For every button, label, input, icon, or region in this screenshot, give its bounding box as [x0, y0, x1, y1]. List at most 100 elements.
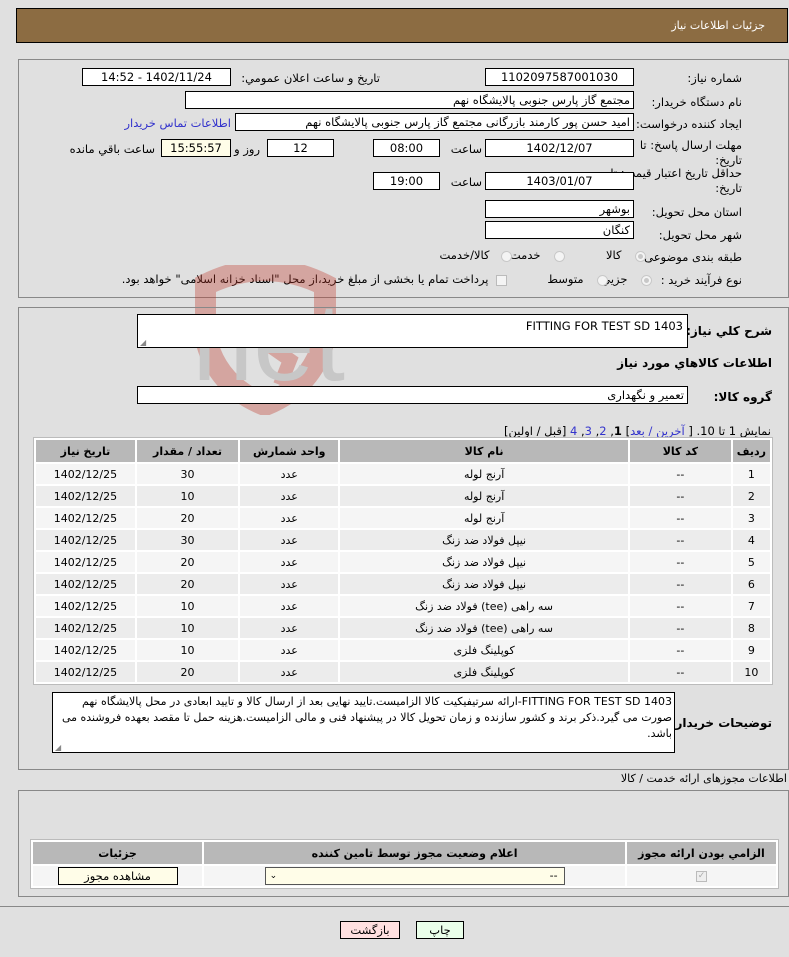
quantity-cell: 30 [136, 464, 239, 484]
unit-cell: عدد [240, 508, 339, 528]
province-field: بوشهر [485, 200, 634, 218]
category-radio-goods[interactable]: کالا [606, 248, 646, 262]
category-label: طبقه بندی موضوعی: [640, 250, 742, 264]
reply-time-field: 08:00 [373, 139, 440, 157]
resize-handle-icon[interactable]: ◢ [55, 743, 61, 752]
quantity-cell: 10 [136, 640, 239, 660]
permit-required-cell: ✓ [627, 866, 776, 886]
resize-handle-icon[interactable]: ◢ [140, 338, 146, 347]
buyer-org-field: مجتمع گاز پارس جنوبی پالایشگاه نهم [185, 91, 634, 109]
treasury-payment-checkbox[interactable]: پرداخت تمام یا بخشی از مبلغ خرید،از محل … [122, 272, 507, 286]
row-number-cell: 10 [732, 662, 770, 682]
back-button[interactable]: بازگشت [340, 921, 400, 939]
permits-table: الزامي بودن ارائه مجوز اعلام وضعیت مجوز … [30, 839, 779, 889]
goods-code-cell: -- [629, 618, 731, 638]
buyer-notes-label: توضیحات خریدار: [670, 716, 772, 730]
process-radio-medium[interactable]: متوسط [547, 272, 608, 286]
radio-selected-icon[interactable] [635, 250, 646, 262]
quantity-cell: 30 [136, 530, 239, 550]
need-date-cell: 1402/12/25 [36, 530, 135, 550]
row-number-cell: 7 [732, 596, 770, 616]
pager-page-3[interactable]: 3 [585, 424, 592, 438]
days-remaining-field: 12 [267, 139, 334, 157]
quantity-cell: 10 [136, 596, 239, 616]
goods-group-field: تعمیر و نگهداری [137, 386, 688, 404]
unit-cell: عدد [240, 618, 339, 638]
price-validity-time-field: 19:00 [373, 172, 440, 190]
row-number-cell: 6 [732, 574, 770, 594]
chevron-down-icon: ⌄ [269, 871, 278, 881]
pager-page-2[interactable]: 2 [599, 424, 606, 438]
reply-deadline-label: مهلت ارسال پاسخ: تا [639, 138, 742, 152]
goods-table-row: 5 -- نیپل فولاد ضد زنگ عدد 20 1402/12/25 [36, 552, 770, 572]
row-number-cell: 9 [732, 640, 770, 660]
goods-table-row: 8 -- سه راهی (tee) فولاد ضد زنگ عدد 10 1402/1… [36, 618, 770, 638]
days-label: روز و [234, 142, 260, 156]
summary-textarea[interactable]: FITTING FOR TEST SD 1403 ◢ [137, 314, 688, 348]
row-number-cell: 3 [732, 508, 770, 528]
goods-name-cell: کوپلینگ فلزی [340, 662, 628, 682]
view-permit-button[interactable]: مشاهده مجوز [57, 867, 178, 885]
row-number-cell: 8 [732, 618, 770, 638]
goods-table-header: ردیف کد کالا نام کالا واحد شمارش تعداد /… [36, 440, 770, 462]
category-radio-goods-service[interactable]: کالا/خدمت [439, 248, 512, 262]
announce-label: تاریخ و ساعت اعلان عمومي: [241, 71, 380, 85]
pager-summary: نمایش 1 تا 10. [696, 424, 771, 438]
goods-name-cell: آرنج لوله [340, 464, 628, 484]
goods-table-row: 2 -- آرنج لوله عدد 10 1402/12/25 [36, 486, 770, 506]
summary-label: شرح کلي نیاز: [686, 324, 772, 338]
print-button[interactable]: چاپ [416, 921, 464, 939]
permits-row: ✓ -- ⌄ مشاهده مجوز [33, 866, 776, 886]
col-qty: تعداد / مقدار [136, 440, 239, 462]
remaining-time-label: ساعت باقي مانده [69, 142, 155, 156]
goods-name-cell: آرنج لوله [340, 486, 628, 506]
pager: نمایش 1 تا 10. [ آخرین / بعد] 1, 2, 3, 4… [504, 424, 771, 438]
checkbox-icon[interactable] [496, 274, 507, 286]
quantity-cell: 10 [136, 618, 239, 638]
goods-table-row: 1 -- آرنج لوله عدد 30 1402/12/25 [36, 464, 770, 484]
need-number-field: 1102097587001030 [485, 68, 634, 86]
need-date-cell: 1402/12/25 [36, 618, 135, 638]
permit-required-checkbox: ✓ [696, 871, 707, 882]
goods-code-cell: -- [629, 552, 731, 572]
buyer-org-label: نام دستگاه خریدار: [651, 95, 742, 109]
creator-label: ایجاد کننده درخواست: [636, 117, 742, 131]
radio-icon[interactable] [597, 274, 608, 286]
goods-name-cell: نیپل فولاد ضد زنگ [340, 552, 628, 572]
creator-field: امید حسن پور کارمند بازرگانی مجتمع گاز پ… [235, 113, 634, 131]
pager-next-link[interactable]: بعد [630, 424, 645, 438]
page-header: جزئیات اطلاعات نیاز [16, 8, 788, 43]
process-radio-minor[interactable]: جزیي [601, 272, 652, 286]
radio-icon[interactable] [554, 250, 565, 262]
buyer-contact-link[interactable]: اطلاعات تماس خریدار [124, 116, 231, 130]
reply-date-field: 1402/12/07 [485, 139, 634, 157]
goods-name-cell: آرنج لوله [340, 508, 628, 528]
city-field: کنگان [485, 221, 634, 239]
radio-selected-icon[interactable] [641, 274, 652, 286]
need-date-cell: 1402/12/25 [36, 552, 135, 572]
col-permit-status: اعلام وضعیت مجوز توسط تامین کننده [204, 842, 625, 864]
unit-cell: عدد [240, 530, 339, 550]
remaining-time-field: 15:55:57 [161, 139, 231, 157]
goods-table-row: 3 -- آرنج لوله عدد 20 1402/12/25 [36, 508, 770, 528]
pager-last-link[interactable]: آخرین [656, 424, 685, 438]
goods-table: ردیف کد کالا نام کالا واحد شمارش تعداد /… [33, 437, 773, 685]
permits-table-header: الزامي بودن ارائه مجوز اعلام وضعیت مجوز … [33, 842, 776, 864]
need-date-cell: 1402/12/25 [36, 486, 135, 506]
goods-name-cell: سه راهی (tee) فولاد ضد زنگ [340, 618, 628, 638]
buyer-notes-textarea[interactable]: FITTING FOR TEST SD 1403-ارائه سرتیفیکیت… [52, 692, 675, 753]
goods-table-row: 6 -- نیپل فولاد ضد زنگ عدد 20 1402/12/25 [36, 574, 770, 594]
price-validity-date-field: 1403/01/07 [485, 172, 634, 190]
quantity-cell: 20 [136, 574, 239, 594]
col-date: تاریخ نیاز [36, 440, 135, 462]
category-radio-service[interactable]: خدمت [510, 248, 565, 262]
need-number-label: شماره نیاز: [687, 71, 742, 85]
goods-name-cell: کوپلینگ فلزی [340, 640, 628, 660]
row-number-cell: 4 [732, 530, 770, 550]
permit-status-select[interactable]: -- ⌄ [264, 867, 565, 885]
pager-prev-first: [قبل / اولین] [504, 424, 567, 438]
pager-page-4[interactable]: 4 [570, 424, 577, 438]
unit-cell: عدد [240, 486, 339, 506]
radio-icon[interactable] [501, 250, 512, 262]
process-label: نوع فرآیند خرید : [660, 273, 742, 287]
